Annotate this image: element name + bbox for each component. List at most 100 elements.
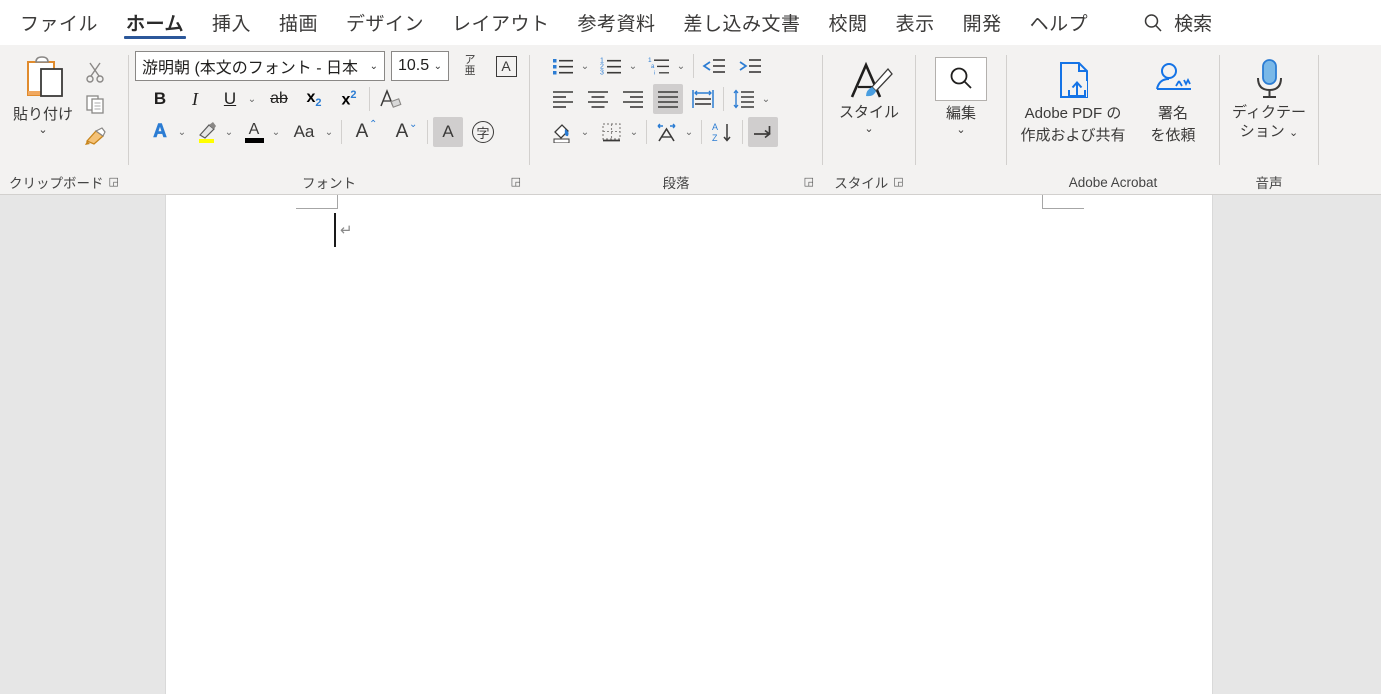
show-paragraph-marks-button[interactable] [748, 117, 778, 147]
styles-dropdown-caret[interactable]: ⌄ [864, 122, 873, 136]
clipboard-dialog-launcher[interactable]: ◲ [109, 176, 119, 188]
tab-label: ヘルプ [1029, 14, 1089, 35]
borders-button[interactable] [597, 117, 627, 147]
change-case-icon: Aa [293, 122, 315, 141]
distribute-button[interactable] [688, 84, 718, 114]
strikethrough-button[interactable]: ab [264, 84, 294, 114]
numbering-dropdown-caret[interactable]: ⌄ [626, 51, 640, 81]
underline-dropdown-caret[interactable]: ⌄ [245, 84, 259, 114]
paste-dropdown-caret[interactable]: ⌄ [38, 124, 47, 136]
dictate-dropdown-caret[interactable]: ⌄ [1289, 127, 1298, 139]
bold-button[interactable]: B [145, 84, 175, 114]
borders-dropdown-caret[interactable]: ⌄ [627, 117, 641, 147]
font-dialog-launcher[interactable]: ◲ [511, 176, 521, 188]
tab-label: 表示 [895, 14, 935, 35]
dictate-button[interactable]: ディクテー ション ⌄ [1226, 51, 1312, 143]
right-margin-marker [1042, 195, 1084, 209]
tab-label: 描画 [278, 14, 318, 35]
justify-button[interactable] [653, 84, 683, 114]
font-color-button[interactable]: A [239, 117, 269, 147]
borders-icon [600, 121, 624, 143]
font-color-letter: A [248, 120, 260, 138]
align-right-button[interactable] [618, 84, 648, 114]
align-center-icon [586, 89, 610, 109]
tab-layout[interactable]: レイアウト [438, 0, 564, 45]
paste-icon [19, 55, 67, 101]
bullets-dropdown-caret[interactable]: ⌄ [578, 51, 592, 81]
highlight-button[interactable] [192, 117, 222, 147]
clear-formatting-button[interactable] [375, 84, 405, 114]
request-signature-button[interactable]: 署名 を依頼 [1134, 59, 1212, 147]
phonetic-guide-dropdown-caret[interactable]: ⌄ [682, 117, 696, 147]
paste-button[interactable]: 貼り付け ⌄ [6, 51, 80, 136]
underline-button[interactable]: U [215, 84, 245, 114]
change-case-dropdown-caret[interactable]: ⌄ [322, 117, 336, 147]
tab-draw[interactable]: 描画 [265, 0, 332, 45]
superscript-button[interactable]: x2 [334, 84, 364, 114]
copy-icon [84, 93, 106, 115]
search-box[interactable]: 検索 [1132, 0, 1222, 45]
tab-insert[interactable]: 挿入 [198, 0, 265, 45]
chevron-down-icon[interactable]: ⌄ [366, 61, 382, 72]
paragraph-row3-divider-1 [646, 120, 647, 144]
font-name-combo[interactable]: 游明朝 (本文のフォント - 日本 ⌄ [135, 51, 385, 81]
shrink-font-button[interactable]: A ⌄ [387, 117, 418, 147]
font-color-dropdown-caret[interactable]: ⌄ [269, 117, 283, 147]
editing-button[interactable]: 編集 ⌄ [918, 51, 1004, 137]
font-row-1: 游明朝 (本文のフォント - 日本 ⌄ 10.5 ⌄ ア 亜 A [135, 51, 521, 81]
grow-font-button[interactable]: A ⌃ [347, 117, 378, 147]
styles-label: スタイル [838, 104, 899, 121]
text-effects-dropdown-caret[interactable]: ⌄ [175, 117, 189, 147]
styles-button[interactable]: スタイル ⌄ [826, 51, 912, 136]
line-spacing-dropdown-caret[interactable]: ⌄ [759, 84, 773, 114]
tab-review[interactable]: 校閲 [815, 0, 882, 45]
subscript-mark: 2 [315, 97, 322, 110]
decrease-indent-button[interactable] [699, 51, 729, 81]
paragraph-row3-divider-3 [742, 120, 743, 144]
increase-indent-button[interactable] [735, 51, 765, 81]
create-pdf-label-line1: Adobe PDF の [1024, 105, 1122, 122]
tab-help[interactable]: ヘルプ [1016, 0, 1103, 45]
tab-view[interactable]: 表示 [882, 0, 949, 45]
text-effects-button[interactable]: A [145, 117, 175, 147]
multilevel-list-dropdown-caret[interactable]: ⌄ [674, 51, 688, 81]
create-pdf-button[interactable]: Adobe PDF の 作成および共有 [1014, 59, 1132, 147]
highlight-dropdown-caret[interactable]: ⌄ [222, 117, 236, 147]
tab-design[interactable]: デザイン [332, 0, 438, 45]
shading-dropdown-caret[interactable]: ⌄ [578, 117, 592, 147]
phonetic-guide-paragraph-button[interactable] [652, 117, 682, 147]
sort-button[interactable]: A Z [707, 117, 737, 147]
styles-dialog-launcher[interactable]: ◲ [893, 176, 903, 188]
enclose-character-button[interactable]: 字 [468, 117, 498, 147]
strikethrough-icon: ab [270, 90, 288, 107]
font-size-combo[interactable]: 10.5 ⌄ [391, 51, 449, 81]
paragraph-dialog-launcher[interactable]: ◲ [804, 176, 814, 188]
tab-mailings[interactable]: 差し込み文書 [670, 0, 815, 45]
tab-developer[interactable]: 開発 [949, 0, 1016, 45]
cut-button[interactable] [80, 57, 110, 87]
tab-references[interactable]: 参考資料 [564, 0, 670, 45]
chevron-down-icon[interactable]: ⌄ [430, 61, 446, 72]
character-border-button[interactable]: A [491, 51, 521, 81]
shading-button[interactable] [548, 117, 578, 147]
phonetic-guide-button[interactable]: ア 亜 [455, 51, 485, 81]
format-painter-button[interactable] [80, 121, 110, 151]
tab-home[interactable]: ホーム [112, 0, 198, 45]
multilevel-list-button[interactable]: 1 a i [644, 51, 674, 81]
font-row-2: B I U ⌄ ab x2 x2 [135, 84, 405, 114]
svg-text:1: 1 [648, 57, 652, 64]
change-case-button[interactable]: Aa [286, 117, 322, 147]
subscript-button[interactable]: x2 [299, 84, 329, 114]
subscript-icon: x2 [306, 89, 321, 109]
tab-file[interactable]: ファイル [6, 0, 112, 45]
copy-button[interactable] [80, 89, 110, 119]
numbering-button[interactable]: 1 2 3 [596, 51, 626, 81]
document-page[interactable]: ↵ [165, 195, 1213, 694]
bullets-button[interactable] [548, 51, 578, 81]
character-shading-button[interactable]: A [433, 117, 463, 147]
italic-button[interactable]: I [180, 84, 210, 114]
editing-dropdown-caret[interactable]: ⌄ [956, 123, 965, 137]
align-left-button[interactable] [548, 84, 578, 114]
align-center-button[interactable] [583, 84, 613, 114]
line-spacing-button[interactable] [729, 84, 759, 114]
